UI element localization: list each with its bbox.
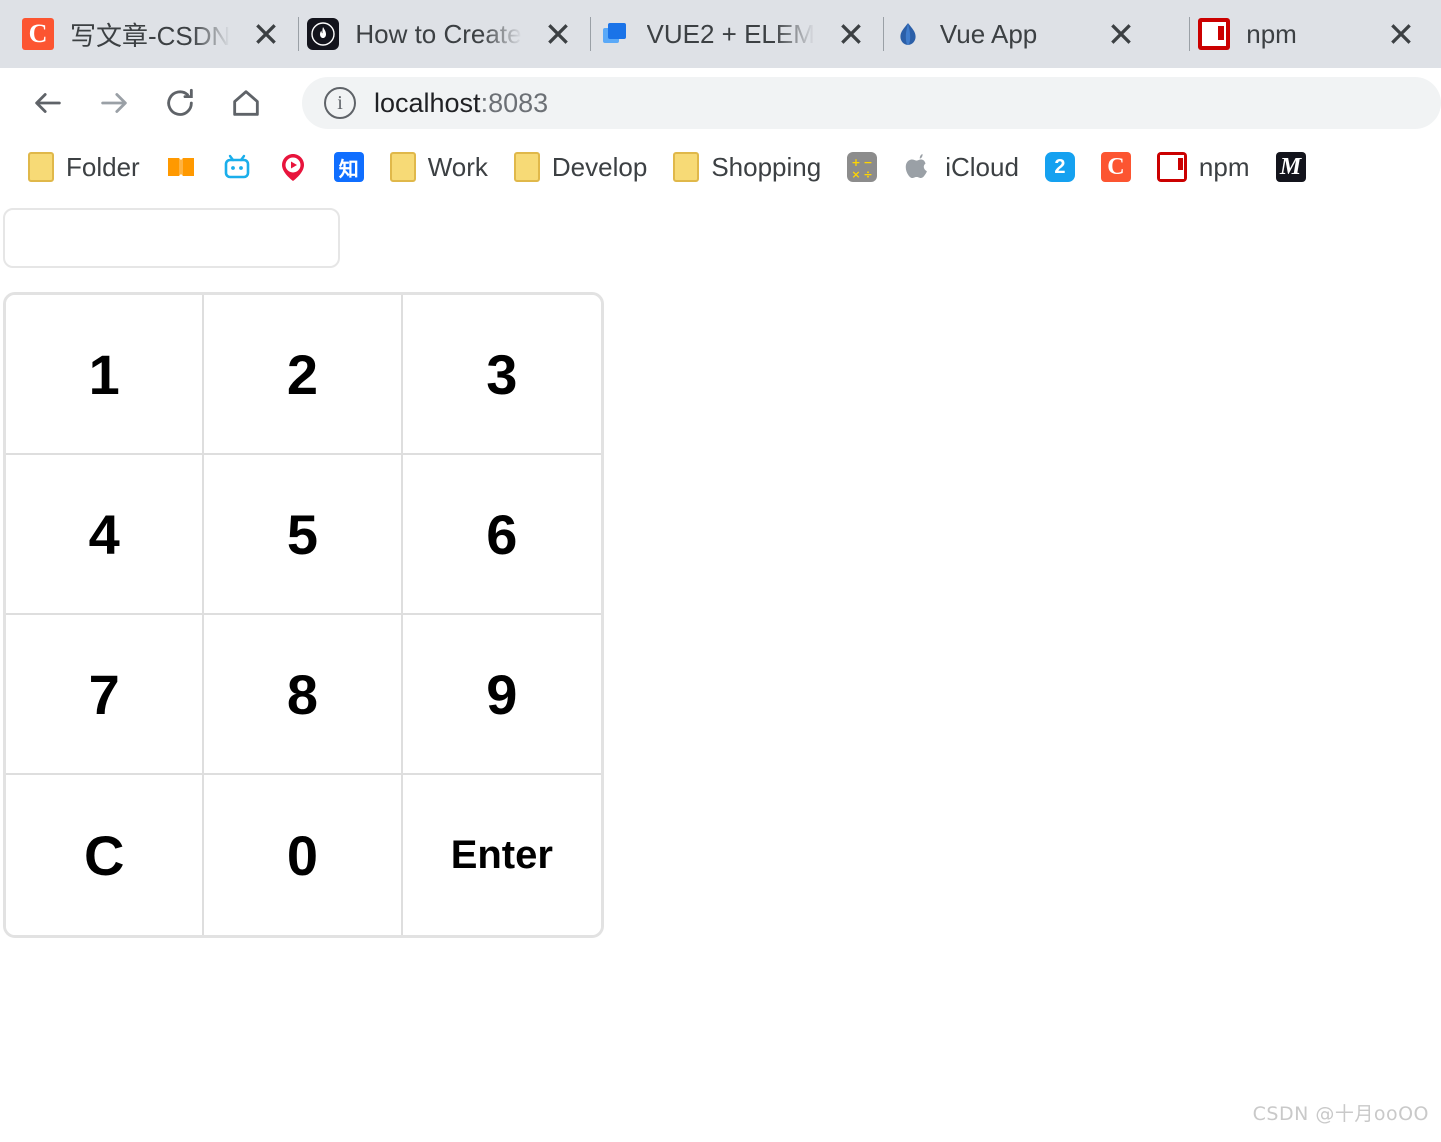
watermark: CSDN @十月ooOO [1252,1103,1429,1125]
apple-icon [903,152,933,182]
bookmarks-bar: Folder 知 Work Develop Shopping + − × ÷ i… [0,138,1441,196]
tab-title: VUE2 + ELEM [646,18,815,49]
bookmark-book[interactable] [166,145,196,189]
close-icon[interactable] [831,14,871,54]
tab-title: How to Create [355,18,522,49]
forward-button[interactable] [90,79,138,127]
tab-separator [1189,17,1191,51]
tab-title: 写文章-CSDN [70,20,231,51]
reload-button[interactable] [156,79,204,127]
key-1[interactable]: 1 [6,295,205,455]
tab-separator [882,17,884,51]
dark-italic-icon: M [1275,152,1306,182]
folder-icon [389,152,416,182]
close-icon[interactable] [1101,14,1141,54]
blue-squares-icon [599,18,631,50]
tab-title: Vue App [939,18,1038,49]
browser-tab-strip: C 写文章-CSDN How to Create VUE2 + ELEM Vue… [0,0,1441,68]
bookmark-folder[interactable]: Folder [28,145,140,189]
dark-flame-icon [307,18,340,50]
bookmark-label: iCloud [945,151,1019,182]
bookmark-shopping[interactable]: Shopping [673,145,821,189]
url-port: :8083 [480,87,549,118]
browser-tab-4[interactable]: Vue App [892,0,1181,68]
key-8[interactable]: 8 [204,615,403,775]
svg-text:×: × [852,168,861,181]
key-7[interactable]: 7 [6,615,205,775]
numeric-display-input[interactable] [3,208,340,268]
bookmark-zhihu[interactable]: 知 [333,145,364,189]
svg-text:÷: ÷ [864,168,873,181]
folder-icon [673,152,700,182]
bookmark-npm[interactable]: npm [1156,145,1250,189]
csdn-icon: C [22,18,54,50]
csdn-icon: C [1100,152,1131,182]
book-icon [166,152,196,182]
npm-icon [1156,152,1187,182]
bookmark-video[interactable] [278,145,308,189]
browser-toolbar: i localhost:8083 [0,68,1441,138]
key-4[interactable]: 4 [6,455,205,615]
bookmark-calculator[interactable]: + − × ÷ [847,145,878,189]
key-enter[interactable]: Enter [402,775,601,935]
browser-tab-1[interactable]: C 写文章-CSDN [22,0,290,68]
key-clear[interactable]: C [6,775,205,935]
browser-tab-5[interactable]: npm [1198,0,1441,68]
tab-title: npm [1246,18,1297,49]
folder-icon [28,152,54,182]
blue-2-icon: 2 [1044,152,1075,182]
calculator-icon: + − × ÷ [847,152,878,182]
bookmark-icloud[interactable]: iCloud [903,145,1019,189]
video-pin-icon [278,152,308,182]
bookmark-label: Work [427,151,488,182]
vue-icon [892,18,924,50]
tab-separator [589,17,591,51]
close-icon[interactable] [1381,14,1421,54]
key-9[interactable]: 9 [402,615,601,775]
bookmark-label: Develop [551,151,648,182]
browser-tab-2[interactable]: How to Create [307,0,581,68]
browser-tab-3[interactable]: VUE2 + ELEM [599,0,875,68]
npm-icon [1198,18,1231,50]
key-3[interactable]: 3 [402,295,601,455]
url-text: localhost:8083 [374,88,548,119]
bookmark-work[interactable]: Work [389,145,488,189]
bookmark-label: Shopping [711,151,822,182]
back-button[interactable] [24,79,72,127]
info-circle-icon[interactable]: i [324,87,356,119]
url-host: localhost [374,87,481,118]
page-content: 1 2 3 4 5 6 7 8 9 C 0 Enter CSDN @十月ooOO [0,196,1441,1142]
bookmark-blue2[interactable]: 2 [1044,145,1075,189]
bookmark-label: npm [1198,151,1250,182]
key-2[interactable]: 2 [204,295,403,455]
tab-separator [298,17,300,51]
bookmark-develop[interactable]: Develop [513,145,648,189]
close-icon[interactable] [246,14,286,54]
bookmark-bilibili[interactable] [222,145,252,189]
key-6[interactable]: 6 [402,455,601,615]
numeric-keypad: 1 2 3 4 5 6 7 8 9 C 0 Enter [3,292,604,938]
folder-icon [513,152,540,182]
home-button[interactable] [222,79,270,127]
bookmark-csdn[interactable]: C [1100,145,1131,189]
key-0[interactable]: 0 [204,775,403,935]
zhihu-icon: 知 [333,152,364,182]
address-bar[interactable]: i localhost:8083 [302,77,1441,129]
key-5[interactable]: 5 [204,455,403,615]
bookmark-label: Folder [66,151,140,182]
close-icon[interactable] [538,14,578,54]
bookmark-overflow[interactable]: M [1275,145,1306,189]
bilibili-icon [222,152,252,182]
